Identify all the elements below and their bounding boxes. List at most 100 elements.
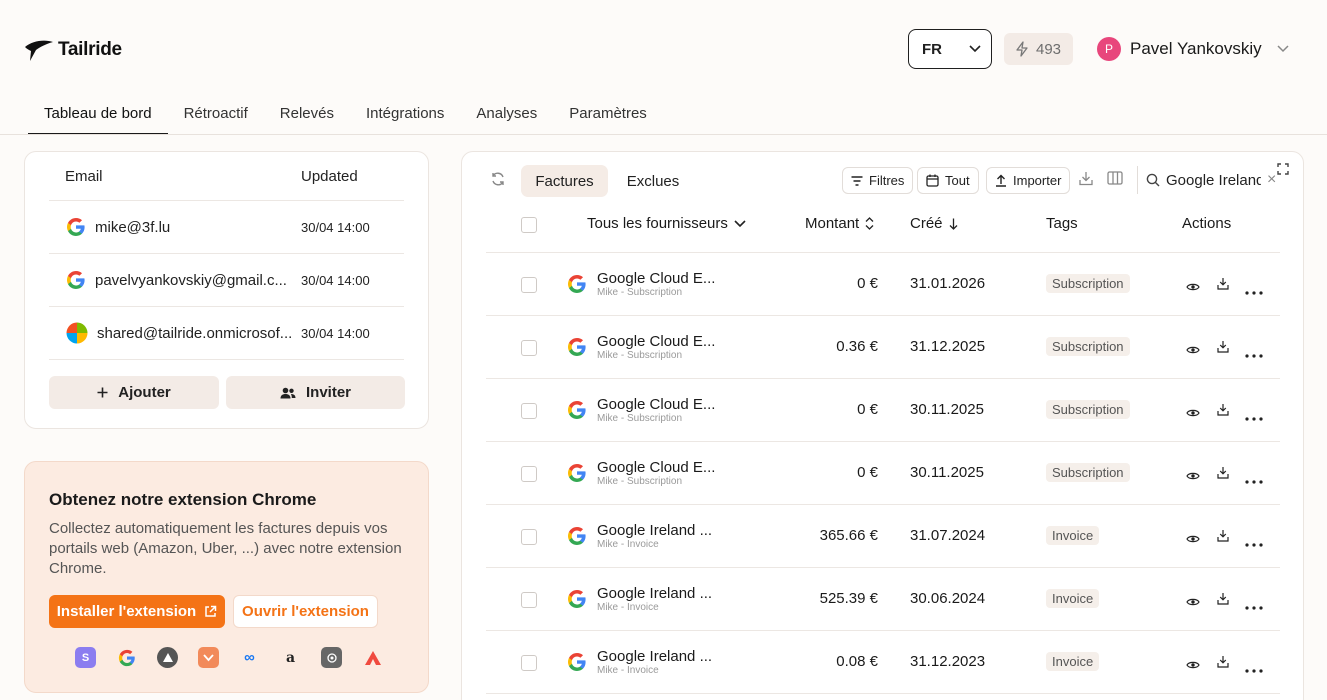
row-checkbox[interactable] <box>521 340 537 356</box>
clear-search-icon[interactable]: × <box>1267 171 1276 189</box>
meta-icon: ∞ <box>244 649 255 666</box>
download-icon[interactable] <box>1079 171 1093 186</box>
row-checkbox[interactable] <box>521 277 537 293</box>
download-icon[interactable] <box>1217 655 1229 673</box>
view-icon[interactable] <box>1186 342 1200 360</box>
amount-value: 0 € <box>857 401 878 418</box>
view-icon[interactable] <box>1186 657 1200 675</box>
created-date: 31.12.2025 <box>910 338 986 355</box>
tab-factures[interactable]: Factures <box>521 165 608 197</box>
vercel-icon <box>157 647 178 668</box>
view-icon[interactable] <box>1186 531 1200 549</box>
amount-sort[interactable]: Montant <box>805 215 874 232</box>
extension-title: Obtenez notre extension Chrome <box>49 490 317 509</box>
nav-tableau-de-bord[interactable]: Tableau de bord <box>28 96 168 135</box>
vendor-cell: Google Cloud E... Mike - Subscription <box>597 270 715 298</box>
language-select[interactable]: FR <box>908 29 992 69</box>
vendor-subtitle: Mike - Subscription <box>597 287 683 298</box>
email-row[interactable]: mike@3f.lu 30/04 14:00 <box>49 201 404 254</box>
tab-exclues[interactable]: Exclues <box>614 165 692 197</box>
row-checkbox[interactable] <box>521 529 537 545</box>
download-icon[interactable] <box>1217 592 1229 610</box>
columns-icon[interactable] <box>1107 171 1123 185</box>
column-actions: Actions <box>1182 215 1232 232</box>
column-tags: Tags <box>1046 215 1078 232</box>
google-icon <box>567 526 587 551</box>
nav-integrations[interactable]: Intégrations <box>350 96 460 134</box>
vendor-subtitle: Mike - Invoice <box>597 602 659 613</box>
nav-releves[interactable]: Relevés <box>264 96 350 134</box>
vendor-name: Google Ireland ... <box>597 648 713 665</box>
search-input[interactable] <box>1166 171 1261 189</box>
table-row[interactable]: Google Ireland ... Mike - Invoice 0.08 € 31… <box>486 631 1280 694</box>
created-sort[interactable]: Créé <box>910 215 958 232</box>
install-extension-button[interactable]: Installer l'extension <box>49 595 225 628</box>
nav-parametres[interactable]: Paramètres <box>553 96 663 134</box>
table-row[interactable]: Google Cloud E... Mike - Subscription 0 € 3… <box>486 442 1280 505</box>
email-updated: 30/04 14:00 <box>301 325 370 341</box>
vendor-filter[interactable]: Tous les fournisseurs <box>587 215 746 232</box>
add-email-button[interactable]: Ajouter <box>49 376 219 409</box>
nav-retroactif[interactable]: Rétroactif <box>168 96 264 134</box>
download-icon[interactable] <box>1217 277 1229 295</box>
more-actions-icon[interactable] <box>1245 660 1263 678</box>
row-checkbox[interactable] <box>521 655 537 671</box>
download-icon[interactable] <box>1217 340 1229 358</box>
credits-badge[interactable]: 493 <box>1004 33 1073 65</box>
main-nav: Tableau de bord Rétroactif Relevés Intég… <box>28 96 663 135</box>
created-date: 31.01.2026 <box>910 275 986 292</box>
download-icon[interactable] <box>1217 466 1229 484</box>
filters-button[interactable]: Filtres <box>842 167 914 194</box>
email-row[interactable]: shared@tailride.onmicrosof... 30/04 14:0… <box>49 307 404 360</box>
vendor-cell: Google Cloud E... Mike - Subscription <box>597 459 715 487</box>
more-actions-icon[interactable] <box>1245 471 1263 489</box>
email-row[interactable]: pavelvyankovskiy@gmail.c... 30/04 14:00 <box>49 254 404 307</box>
tag-badge: Invoice <box>1046 652 1100 671</box>
import-button[interactable]: Importer <box>986 167 1071 194</box>
expand-icon[interactable] <box>1277 163 1289 175</box>
more-actions-icon[interactable] <box>1245 282 1263 300</box>
more-actions-icon[interactable] <box>1245 408 1263 426</box>
view-icon[interactable] <box>1186 594 1200 612</box>
invite-button[interactable]: Inviter <box>226 376 405 409</box>
sort-icon <box>865 217 874 230</box>
google-icon <box>567 463 587 488</box>
more-actions-icon[interactable] <box>1245 345 1263 363</box>
row-checkbox[interactable] <box>521 403 537 419</box>
add-email-label: Ajouter <box>118 384 171 401</box>
select-all-checkbox[interactable] <box>521 217 537 233</box>
vendor-cell: Google Cloud E... Mike - Subscription <box>597 396 715 424</box>
more-actions-icon[interactable] <box>1245 534 1263 552</box>
table-row[interactable]: Google Ireland ... Mike - Invoice 525.39 €… <box>486 568 1280 631</box>
column-created: Créé <box>910 215 943 232</box>
row-checkbox[interactable] <box>521 592 537 608</box>
table-row[interactable]: Google Cloud E... Mike - Subscription 0.36… <box>486 316 1280 379</box>
brand-logo[interactable]: Tailride <box>24 38 122 62</box>
nav-analyses[interactable]: Analyses <box>460 96 553 134</box>
user-menu[interactable]: P Pavel Yankovskiy <box>1097 37 1289 61</box>
calendar-icon <box>926 174 939 187</box>
chevron-down-icon <box>734 219 746 227</box>
plus-icon <box>97 387 108 398</box>
more-actions-icon[interactable] <box>1245 597 1263 615</box>
stripe-icon: S <box>75 647 96 668</box>
view-icon[interactable] <box>1186 279 1200 297</box>
email-accounts-card: Email Updated mike@3f.lu 30/04 14:00 pav… <box>24 151 429 429</box>
table-row[interactable]: Google Cloud E... Mike - Subscription 0 € 3… <box>486 379 1280 442</box>
view-icon[interactable] <box>1186 468 1200 486</box>
download-icon[interactable] <box>1217 529 1229 547</box>
view-icon[interactable] <box>1186 405 1200 423</box>
external-link-icon <box>205 605 217 617</box>
refresh-icon[interactable] <box>490 171 506 187</box>
table-row[interactable]: Google Cloud E... Mike - Subscription 0 € 3… <box>486 253 1280 316</box>
vendor-name: Google Ireland ... <box>597 522 713 539</box>
table-row[interactable]: Google Ireland ... Mike - Invoice 365.66 €… <box>486 505 1280 568</box>
date-range-button[interactable]: Tout <box>917 167 979 194</box>
download-icon[interactable] <box>1217 403 1229 421</box>
row-checkbox[interactable] <box>521 466 537 482</box>
google-icon <box>567 337 587 362</box>
google-icon <box>116 647 137 668</box>
language-value: FR <box>922 40 942 58</box>
filters-label: Filtres <box>869 173 905 188</box>
open-extension-button[interactable]: Ouvrir l'extension <box>233 595 378 628</box>
